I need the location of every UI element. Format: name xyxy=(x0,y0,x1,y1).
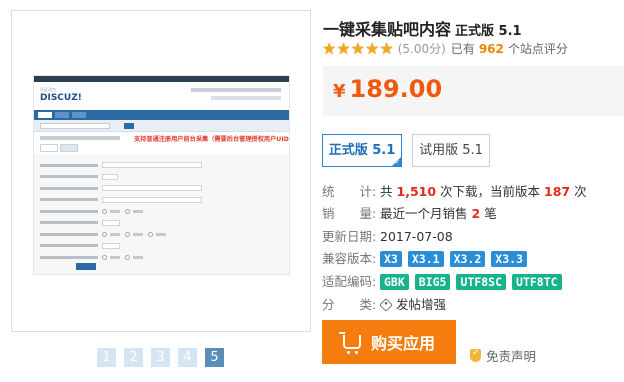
shot-nav xyxy=(34,110,289,120)
thumbnail-1[interactable]: 1 xyxy=(97,348,116,367)
check-icon: ✓ xyxy=(394,159,400,166)
star-rating: ★ ★ ★ ★ ★ xyxy=(322,38,394,58)
stats-updated: 更新日期: 2017-07-08 xyxy=(322,229,453,244)
star-icon: ★ xyxy=(379,38,394,58)
product-title: 一键采集贴吧内容 正式版 5.1 xyxy=(323,16,522,40)
compat-badge: X3 xyxy=(380,251,402,267)
product-name: 一键采集贴吧内容 xyxy=(323,20,452,39)
thumbnail-2[interactable]: 2 xyxy=(124,348,143,367)
shot-search xyxy=(34,120,289,132)
rating-score: (5.00分) xyxy=(397,42,446,56)
price-box: ¥189.00 xyxy=(323,66,624,116)
encoding-badge: BIG5 xyxy=(414,274,451,290)
rating-row: ★ ★ ★ ★ ★ (5.00分) 已有 962 个站点评分 xyxy=(322,40,568,57)
shot-breadcrumb: 支持普通注册用户前台采集（需要后台管理授权用户UID） xyxy=(34,132,289,144)
edition-pro-label: 正式版 5.1 xyxy=(328,143,396,158)
shot-notice: 支持普通注册用户前台采集（需要后台管理授权用户UID） xyxy=(134,136,290,143)
encoding-badge: UTF8SC xyxy=(456,274,507,290)
stats-encoding: 适配编码: GBK BIG5 UTF8SC UTF8TC xyxy=(322,274,568,290)
shot-form xyxy=(34,154,289,274)
thumbnail-5[interactable]: 5 xyxy=(205,348,224,367)
product-version: 正式版 5.1 xyxy=(455,24,522,39)
compat-badge: X3.2 xyxy=(449,251,486,267)
shield-icon xyxy=(470,348,481,362)
discuz-logo: 社区动力 DISCUZ! xyxy=(40,87,82,103)
sales-count: 2 xyxy=(471,206,481,221)
current-version-downloads: 187 xyxy=(544,184,571,199)
star-icon: ★ xyxy=(365,38,380,58)
buy-app-button[interactable]: 购买应用 xyxy=(322,320,456,364)
disclaimer-link[interactable]: 免责声明 xyxy=(470,346,536,365)
stats-downloads: 统 计: 共 1,510 次下载，当前版本 187 次 xyxy=(322,184,587,199)
edition-trial-label: 试用版 5.1 xyxy=(419,143,483,158)
price-amount: 189.00 xyxy=(349,75,443,103)
star-icon: ★ xyxy=(350,38,366,58)
compat-badge: X3.3 xyxy=(491,251,527,267)
thumbnail-pager: 1 2 3 4 5 xyxy=(97,348,224,367)
downloads-count: 1,510 xyxy=(396,184,437,199)
rating-count: 962 xyxy=(478,41,504,56)
stats-compat: 兼容版本: X3 X3.1 X3.2 X3.3 xyxy=(322,251,533,267)
edition-pro-tab[interactable]: 正式版 5.1 ✓ xyxy=(322,134,402,167)
preview-screenshot[interactable]: 社区动力 DISCUZ! 支持普通注册用户前台采集（需要后台管理授权用户UID） xyxy=(33,75,290,275)
shot-header: 社区动力 DISCUZ! xyxy=(34,82,289,110)
rating-tail: 个站点评分 xyxy=(507,42,568,56)
compat-badge: X3.1 xyxy=(407,251,444,267)
shot-tabs xyxy=(34,144,289,154)
encoding-badge: GBK xyxy=(380,274,409,290)
updated-date: 2017-07-08 xyxy=(380,229,453,244)
preview-panel: 社区动力 DISCUZ! 支持普通注册用户前台采集（需要后台管理授权用户UID） xyxy=(11,10,311,332)
edition-trial-tab[interactable]: 试用版 5.1 xyxy=(412,134,490,167)
encoding-badge: UTF8TC xyxy=(512,274,562,290)
stats-sales: 销 量: 最近一个月销售 2 笔 xyxy=(322,206,497,221)
star-icon: ★ xyxy=(336,38,351,58)
thumbnail-3[interactable]: 3 xyxy=(151,348,170,367)
stats-category: 分 类: 发帖增强 xyxy=(322,297,447,312)
tag-icon xyxy=(379,298,393,312)
cart-icon xyxy=(338,332,361,354)
star-icon: ★ xyxy=(322,38,337,58)
category-link[interactable]: 发帖增强 xyxy=(396,297,446,312)
price: ¥189.00 xyxy=(333,75,442,103)
rating-has: 已有 xyxy=(450,42,475,56)
currency-symbol: ¥ xyxy=(333,81,346,102)
thumbnail-4[interactable]: 4 xyxy=(178,348,197,367)
